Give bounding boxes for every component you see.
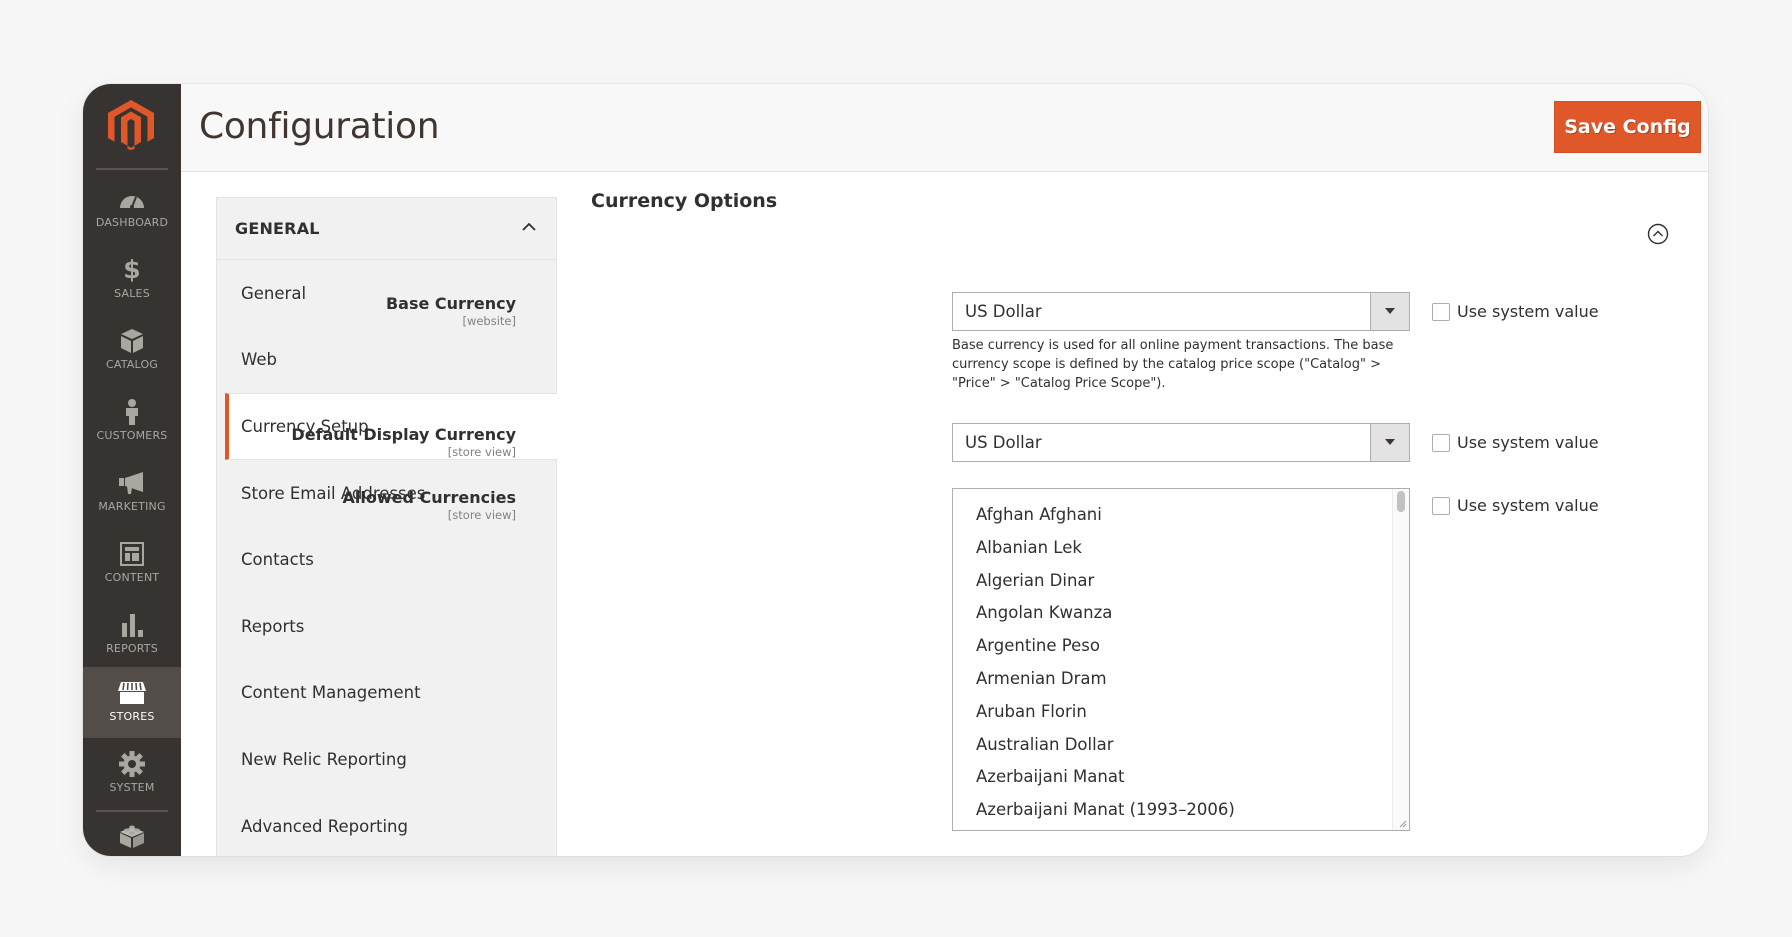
base-currency-scope: [website] — [462, 314, 516, 328]
allowed-currencies-multiselect[interactable]: Afghan Afghani Albanian Lek Algerian Din… — [952, 488, 1410, 831]
config-nav-item-new-relic-reporting[interactable]: New Relic Reporting — [217, 726, 556, 793]
magento-logo-icon[interactable] — [108, 100, 154, 150]
sidebar-item-sales[interactable]: $ SALES — [83, 244, 181, 315]
storefront-icon — [118, 680, 146, 706]
megaphone-icon — [118, 470, 146, 496]
sidebar-divider — [96, 810, 168, 812]
sidebar-item-label: REPORTS — [106, 642, 158, 655]
config-nav-group-general[interactable]: GENERAL — [217, 198, 556, 260]
default-display-currency-label: Default Display Currency — [291, 425, 516, 444]
checkbox-label: Use system value — [1457, 433, 1599, 452]
person-icon — [118, 399, 146, 425]
sidebar-item-label: SALES — [114, 287, 150, 300]
allowed-currencies-use-system-value[interactable]: Use system value — [1432, 496, 1599, 515]
currency-option[interactable]: Australian Dollar — [953, 729, 1409, 762]
currency-option[interactable]: Argentine Peso — [953, 630, 1409, 663]
currency-option[interactable]: Aruban Florin — [953, 696, 1409, 729]
dropdown-arrow-icon — [1370, 293, 1409, 330]
checkbox-label: Use system value — [1457, 496, 1599, 515]
base-currency-note: Base currency is used for all online pay… — [952, 338, 1394, 391]
config-nav-item-web[interactable]: Web — [217, 327, 556, 394]
config-nav-item-reports[interactable]: Reports — [217, 593, 556, 660]
allowed-currencies-scope: [store view] — [447, 508, 516, 522]
sidebar-item-label: CONTENT — [104, 571, 160, 584]
currency-option[interactable]: Armenian Dram — [953, 663, 1409, 696]
save-config-button[interactable]: Save Config — [1554, 101, 1701, 153]
gear-icon — [118, 751, 146, 777]
dollar-icon: $ — [123, 255, 141, 284]
sidebar-item-dashboard[interactable]: DASHBOARD — [83, 173, 181, 244]
currency-option[interactable]: Algerian Dinar — [953, 565, 1409, 598]
sidebar-item-label: DASHBOARD — [95, 216, 169, 229]
checkbox-label: Use system value — [1457, 302, 1599, 321]
config-nav-item-contacts[interactable]: Contacts — [217, 526, 556, 593]
allowed-currencies-label: Allowed Currencies — [342, 488, 517, 507]
config-nav-group-title: GENERAL — [235, 219, 320, 238]
layout-icon — [118, 541, 146, 567]
sidebar-item-label: CUSTOMERS — [96, 429, 168, 442]
sidebar-item-reports[interactable]: REPORTS — [83, 599, 181, 670]
section-title: Currency Options — [591, 190, 778, 212]
sidebar-item-stores[interactable]: STORES — [83, 667, 181, 738]
sidebar-item-content[interactable]: CONTENT — [83, 528, 181, 599]
base-currency-label-group: Base Currency [website] — [386, 294, 516, 328]
currency-option[interactable]: Angolan Kwanza — [953, 597, 1409, 630]
multiselect-scrollbar[interactable] — [1392, 489, 1409, 830]
default-display-currency-scope: [store view] — [447, 445, 516, 459]
currency-option[interactable]: Afghan Afghani — [953, 499, 1409, 532]
checkbox[interactable] — [1432, 496, 1450, 515]
lego-brick-icon — [118, 822, 146, 848]
chevron-up-icon — [522, 222, 536, 231]
base-currency-value: US Dollar — [965, 302, 1042, 321]
scrollbar-thumb[interactable] — [1397, 491, 1405, 512]
allowed-currencies-label-group: Allowed Currencies [store view] — [343, 488, 517, 522]
sidebar-item-marketing[interactable]: MARKETING — [83, 457, 181, 528]
default-display-currency-value: US Dollar — [965, 433, 1042, 452]
admin-sidebar: DASHBOARD $ SALES CATALOG CUSTOMERS MARK… — [83, 84, 181, 856]
dashboard-icon — [118, 186, 146, 212]
config-nav-item-content-management[interactable]: Content Management — [217, 660, 556, 727]
sidebar-item-label: MARKETING — [98, 500, 166, 513]
base-currency-select[interactable]: US Dollar — [952, 292, 1410, 331]
dropdown-arrow-icon — [1370, 424, 1409, 461]
currency-options-list: Afghan Afghani Albanian Lek Algerian Din… — [953, 489, 1409, 827]
sidebar-item-customers[interactable]: CUSTOMERS — [83, 386, 181, 457]
sidebar-item-label: CATALOG — [105, 358, 159, 371]
admin-window: DASHBOARD $ SALES CATALOG CUSTOMERS MARK… — [83, 84, 1708, 856]
currency-option[interactable]: Albanian Lek — [953, 532, 1409, 565]
sidebar-item-label: STORES — [109, 710, 155, 723]
resize-grip-icon[interactable] — [1397, 818, 1407, 828]
sidebar-item-extensions[interactable] — [83, 814, 181, 856]
default-display-currency-select[interactable]: US Dollar — [952, 423, 1410, 462]
chevron-up-circle-icon[interactable] — [1647, 223, 1669, 245]
checkbox[interactable] — [1432, 433, 1450, 452]
sidebar-item-catalog[interactable]: CATALOG — [83, 315, 181, 386]
box-icon — [118, 328, 146, 354]
default-display-currency-use-system-value[interactable]: Use system value — [1432, 433, 1599, 452]
bar-chart-icon — [118, 612, 146, 638]
checkbox[interactable] — [1432, 302, 1450, 321]
currency-option[interactable]: Azerbaijani Manat (1993–2006) — [953, 794, 1409, 827]
sidebar-item-system[interactable]: SYSTEM — [83, 738, 181, 809]
base-currency-label: Base Currency — [385, 294, 516, 313]
config-nav-item-advanced-reporting[interactable]: Advanced Reporting — [217, 793, 556, 856]
sidebar-item-label: SYSTEM — [109, 781, 155, 794]
base-currency-use-system-value[interactable]: Use system value — [1432, 302, 1599, 321]
default-display-currency-label-group: Default Display Currency [store view] — [291, 425, 516, 459]
page-title: Configuration — [199, 106, 440, 147]
page-header: Configuration Save Config — [181, 84, 1708, 172]
currency-option[interactable]: Azerbaijani Manat — [953, 761, 1409, 794]
sidebar-divider — [96, 168, 168, 170]
